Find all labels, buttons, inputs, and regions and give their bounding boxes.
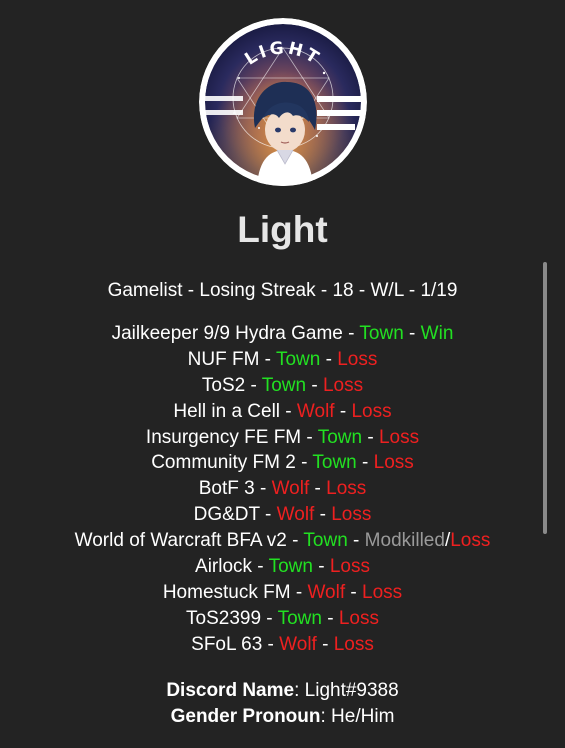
game-entry-text: BotF 3 - (198, 478, 272, 500)
game-entry-town: Town (312, 452, 357, 474)
game-entry: NUF FM - Town - Loss (0, 347, 565, 373)
game-entry-loss: Loss (450, 530, 491, 552)
game-entry: BotF 3 - Wolf - Loss (0, 476, 565, 502)
game-entry-text: - (306, 374, 323, 396)
scrollbar-thumb[interactable] (543, 262, 547, 534)
game-entry-text: - (312, 556, 330, 578)
gamelist-scroll-area[interactable]: Gamelist - Losing Streak - 18 - W/L - 1/… (0, 270, 565, 676)
game-entry: Hell in a Cell - Wolf - Loss (0, 399, 565, 425)
game-entry-wolf: Wolf (271, 478, 310, 500)
game-entry-mod: Modkilled (364, 530, 445, 552)
game-entry-text: SFoL 63 - (191, 633, 280, 655)
game-entry-text: - (321, 607, 339, 629)
game-entry-text: Community FM 2 - (151, 452, 313, 474)
game-entry-text: Jailkeeper 9/9 Hydra Game - (111, 323, 360, 344)
game-entry-town: Town (261, 374, 307, 396)
game-entry: DG&DT - Wolf - Loss (0, 502, 565, 528)
game-entry-town: Town (275, 348, 321, 370)
game-entry: SFoL 63 - Wolf - Loss (0, 632, 565, 658)
game-entry-text: Airlock - (195, 556, 269, 578)
profile-name: Light (237, 209, 328, 250)
game-entry-text: - (314, 504, 332, 526)
game-entry: Community FM 2 - Town - Loss (0, 450, 565, 476)
game-entry-loss: Loss (362, 581, 403, 603)
game-entry-loss: Loss (326, 478, 367, 500)
game-entry-text: - (309, 478, 327, 500)
game-entry-town: Town (268, 556, 313, 578)
game-entry-text: - (347, 530, 365, 552)
discord-name-label: Discord Name (166, 680, 295, 701)
game-entry-town: Town (317, 426, 363, 448)
game-entry-loss: Loss (378, 426, 420, 448)
discord-name-value: : Light#9388 (294, 680, 399, 701)
game-entry-town: Town (303, 530, 348, 552)
game-entry-loss: Loss (373, 452, 414, 474)
game-entry: Jailkeeper 9/9 Hydra Game - Town - Win (0, 321, 565, 347)
game-entry-text: Hell in a Cell - (173, 400, 297, 422)
game-entry: Airlock - Town - Loss (0, 554, 565, 580)
game-entry-text: - (362, 426, 379, 448)
game-entry-text: - (334, 400, 352, 422)
game-entry-wolf: Wolf (307, 581, 346, 603)
game-entry-loss: Loss (333, 633, 374, 655)
game-entry-town: Town (277, 607, 322, 629)
profile-avatar: LIGHT (199, 18, 367, 186)
gender-pronoun-label: Gender Pronoun (170, 706, 321, 727)
game-entry-loss: Loss (338, 607, 379, 629)
game-entry: World of Warcraft BFA v2 - Town - Modkil… (0, 528, 565, 554)
avatar-image: LIGHT (199, 18, 367, 186)
game-entry-text: Homestuck FM - (162, 581, 308, 603)
discord-name-row: Discord Name: Light#9388 (0, 678, 565, 704)
gender-pronoun-value: : He/Him (320, 706, 395, 727)
game-entry-wolf: Wolf (279, 633, 317, 655)
game-entry: Homestuck FM - Wolf - Loss (0, 580, 565, 606)
game-entry-text: - (320, 348, 338, 370)
game-entry-loss: Loss (322, 374, 364, 396)
game-entry: ToS2 - Town - Loss (0, 373, 565, 399)
game-entry-text: - (403, 323, 421, 344)
game-entry: Insurgency FE FM - Town - Loss (0, 425, 565, 451)
game-entry-wolf: Wolf (276, 504, 315, 526)
game-entry-text: Insurgency FE FM - (145, 426, 318, 448)
game-entry-text: - (356, 452, 374, 474)
game-entry: ToS2399 - Town - Loss (0, 606, 565, 632)
game-entry-loss: Loss (331, 504, 372, 526)
game-entry-text: ToS2399 - (186, 607, 278, 629)
game-entry-loss: Loss (329, 556, 370, 578)
gender-pronoun-row: Gender Pronoun: He/Him (0, 704, 565, 730)
game-entry-text: DG&DT - (193, 504, 277, 526)
game-entry-text: - (345, 581, 363, 603)
game-entry-loss: Loss (351, 400, 392, 422)
game-entry-text: NUF FM - (187, 348, 276, 370)
game-entry-wolf: Wolf (296, 400, 335, 422)
gamelist-header: Gamelist - Losing Streak - 18 - W/L - 1/… (107, 280, 458, 301)
game-entry-town: Town (359, 323, 404, 344)
game-entry-loss: Loss (337, 348, 378, 370)
game-entry-text: World of Warcraft BFA v2 - (74, 530, 304, 552)
game-list: Jailkeeper 9/9 Hydra Game - Town - Win NU… (0, 321, 565, 658)
game-entry-text: - (316, 633, 334, 655)
game-entry-win: Win (420, 323, 454, 344)
game-entry-text: ToS2 - (201, 374, 262, 396)
